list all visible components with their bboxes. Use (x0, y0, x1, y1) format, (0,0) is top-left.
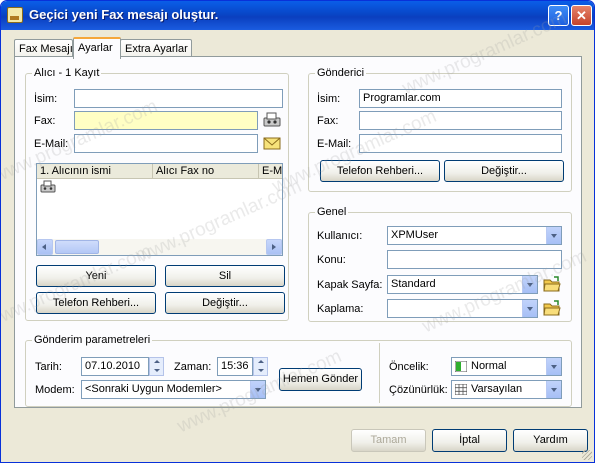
recipient-email-label: E-Mail: (34, 138, 69, 150)
chevron-down-icon[interactable] (546, 227, 561, 244)
cover-page-select[interactable]: Standard (387, 275, 538, 294)
tab-settings[interactable]: Ayarlar (73, 37, 121, 59)
scroll-left-arrow[interactable] (37, 239, 53, 255)
sender-group-label: Gönderici (315, 67, 367, 79)
sender-fax-label: Fax: (317, 115, 339, 127)
list-header-recipient-name[interactable]: 1. Alıcının ismi (37, 164, 153, 179)
resize-grip[interactable] (582, 450, 592, 460)
resolution-label: Çözünürlük: (389, 384, 448, 396)
scroll-right-arrow[interactable] (266, 239, 282, 255)
chevron-down-icon[interactable] (250, 381, 265, 398)
cover-page-value: Standard (391, 278, 436, 290)
modem-label: Modem: (35, 384, 75, 396)
help-title-button[interactable]: ? (548, 5, 569, 26)
scroll-thumb[interactable] (55, 240, 99, 254)
recipient-email-field[interactable] (74, 134, 258, 153)
overlay-select[interactable] (387, 299, 538, 318)
recipient-name-field[interactable] (74, 89, 283, 108)
user-select[interactable]: XPMUser (387, 226, 562, 245)
settings-panel: Alıcı - 1 Kayıt İsim: Fax: E-Mail: 1. Al… (14, 56, 582, 408)
list-header-fax-no[interactable]: Alıcı Fax no (153, 164, 259, 179)
resolution-value: Varsayılan (471, 383, 523, 395)
sender-email-field[interactable] (359, 134, 562, 153)
chevron-down-icon[interactable] (522, 276, 537, 293)
modem-select[interactable]: <Sonraki Uygun Modemler> (81, 380, 266, 399)
user-label: Kullanıcı: (317, 230, 363, 242)
chevron-down-icon[interactable] (546, 381, 561, 398)
priority-value: Normal (471, 360, 507, 372)
fax-app-icon (7, 7, 23, 23)
chevron-down-icon[interactable] (546, 358, 561, 375)
chevron-down-icon[interactable] (522, 300, 537, 317)
priority-select[interactable]: Normal (451, 357, 562, 376)
tab-extra-settings[interactable]: Extra Ayarlar (120, 39, 192, 57)
recipient-change-button[interactable]: Değiştir... (165, 292, 285, 314)
fax-machine-icon[interactable] (262, 111, 282, 129)
cancel-button[interactable]: İptal (432, 429, 507, 452)
recipient-group-label: Alıcı - 1 Kayıt (32, 67, 102, 79)
date-spinner[interactable] (149, 357, 164, 376)
modem-value: <Sonraki Uygun Modemler> (85, 383, 222, 395)
general-group-label: Genel (315, 206, 349, 218)
sender-name-label: İsim: (317, 93, 341, 105)
tab-fax-message[interactable]: Fax Mesajı (14, 39, 73, 57)
subject-label: Konu: (317, 254, 346, 266)
resolution-grid-icon (455, 384, 467, 395)
recipient-phonebook-button[interactable]: Telefon Rehberi... (36, 292, 156, 314)
sender-email-label: E-Mail: (317, 138, 352, 150)
new-recipient-button[interactable]: Yeni (36, 265, 156, 287)
date-field[interactable]: 07.10.2010 (81, 357, 149, 376)
open-folder-icon[interactable] (542, 299, 562, 317)
title-bar[interactable]: Geçici yeni Fax mesajı oluştur. ? ✕ (1, 1, 594, 30)
sender-phonebook-button[interactable]: Telefon Rehberi... (320, 160, 440, 182)
send-now-button[interactable]: Hemen Gönder (279, 368, 362, 391)
cover-page-label: Kapak Sayfa: (317, 279, 383, 291)
sender-fax-field[interactable] (359, 111, 562, 130)
fax-row-icon (40, 180, 56, 193)
send-params-group-label: Gönderim parametreleri (32, 334, 153, 346)
sender-change-button[interactable]: Değiştir... (444, 160, 564, 182)
resolution-select[interactable]: Varsayılan (451, 380, 562, 399)
time-field[interactable]: 15:36 (217, 357, 253, 376)
recipient-name-label: İsim: (34, 93, 58, 105)
open-folder-icon[interactable] (542, 275, 562, 293)
params-divider (379, 343, 380, 403)
ok-button[interactable]: Tamam (351, 429, 426, 452)
envelope-icon[interactable] (262, 135, 282, 153)
close-title-button[interactable]: ✕ (571, 5, 592, 26)
recipient-fax-field[interactable] (74, 111, 258, 130)
recipient-list[interactable]: 1. Alıcının ismi Alıcı Fax no E-Ma (36, 163, 283, 256)
recipient-fax-label: Fax: (34, 115, 56, 127)
overlay-label: Kaplama: (317, 303, 364, 315)
list-horizontal-scrollbar[interactable] (37, 239, 282, 255)
help-button[interactable]: Yardım (513, 429, 588, 452)
subject-field[interactable] (387, 250, 562, 269)
time-spinner[interactable] (253, 357, 268, 376)
delete-recipient-button[interactable]: Sil (165, 265, 285, 287)
priority-level-icon (455, 361, 467, 372)
sender-name-field[interactable]: Programlar.com (359, 89, 562, 108)
window-title: Geçici yeni Fax mesajı oluştur. (29, 7, 219, 22)
fax-dialog-window: Geçici yeni Fax mesajı oluştur. ? ✕ Fax … (0, 0, 595, 463)
priority-label: Öncelik: (389, 361, 429, 373)
time-label: Zaman: (174, 361, 212, 373)
date-label: Tarih: (35, 361, 62, 373)
user-select-value: XPMUser (391, 229, 439, 241)
list-header-email[interactable]: E-Ma (259, 164, 282, 179)
